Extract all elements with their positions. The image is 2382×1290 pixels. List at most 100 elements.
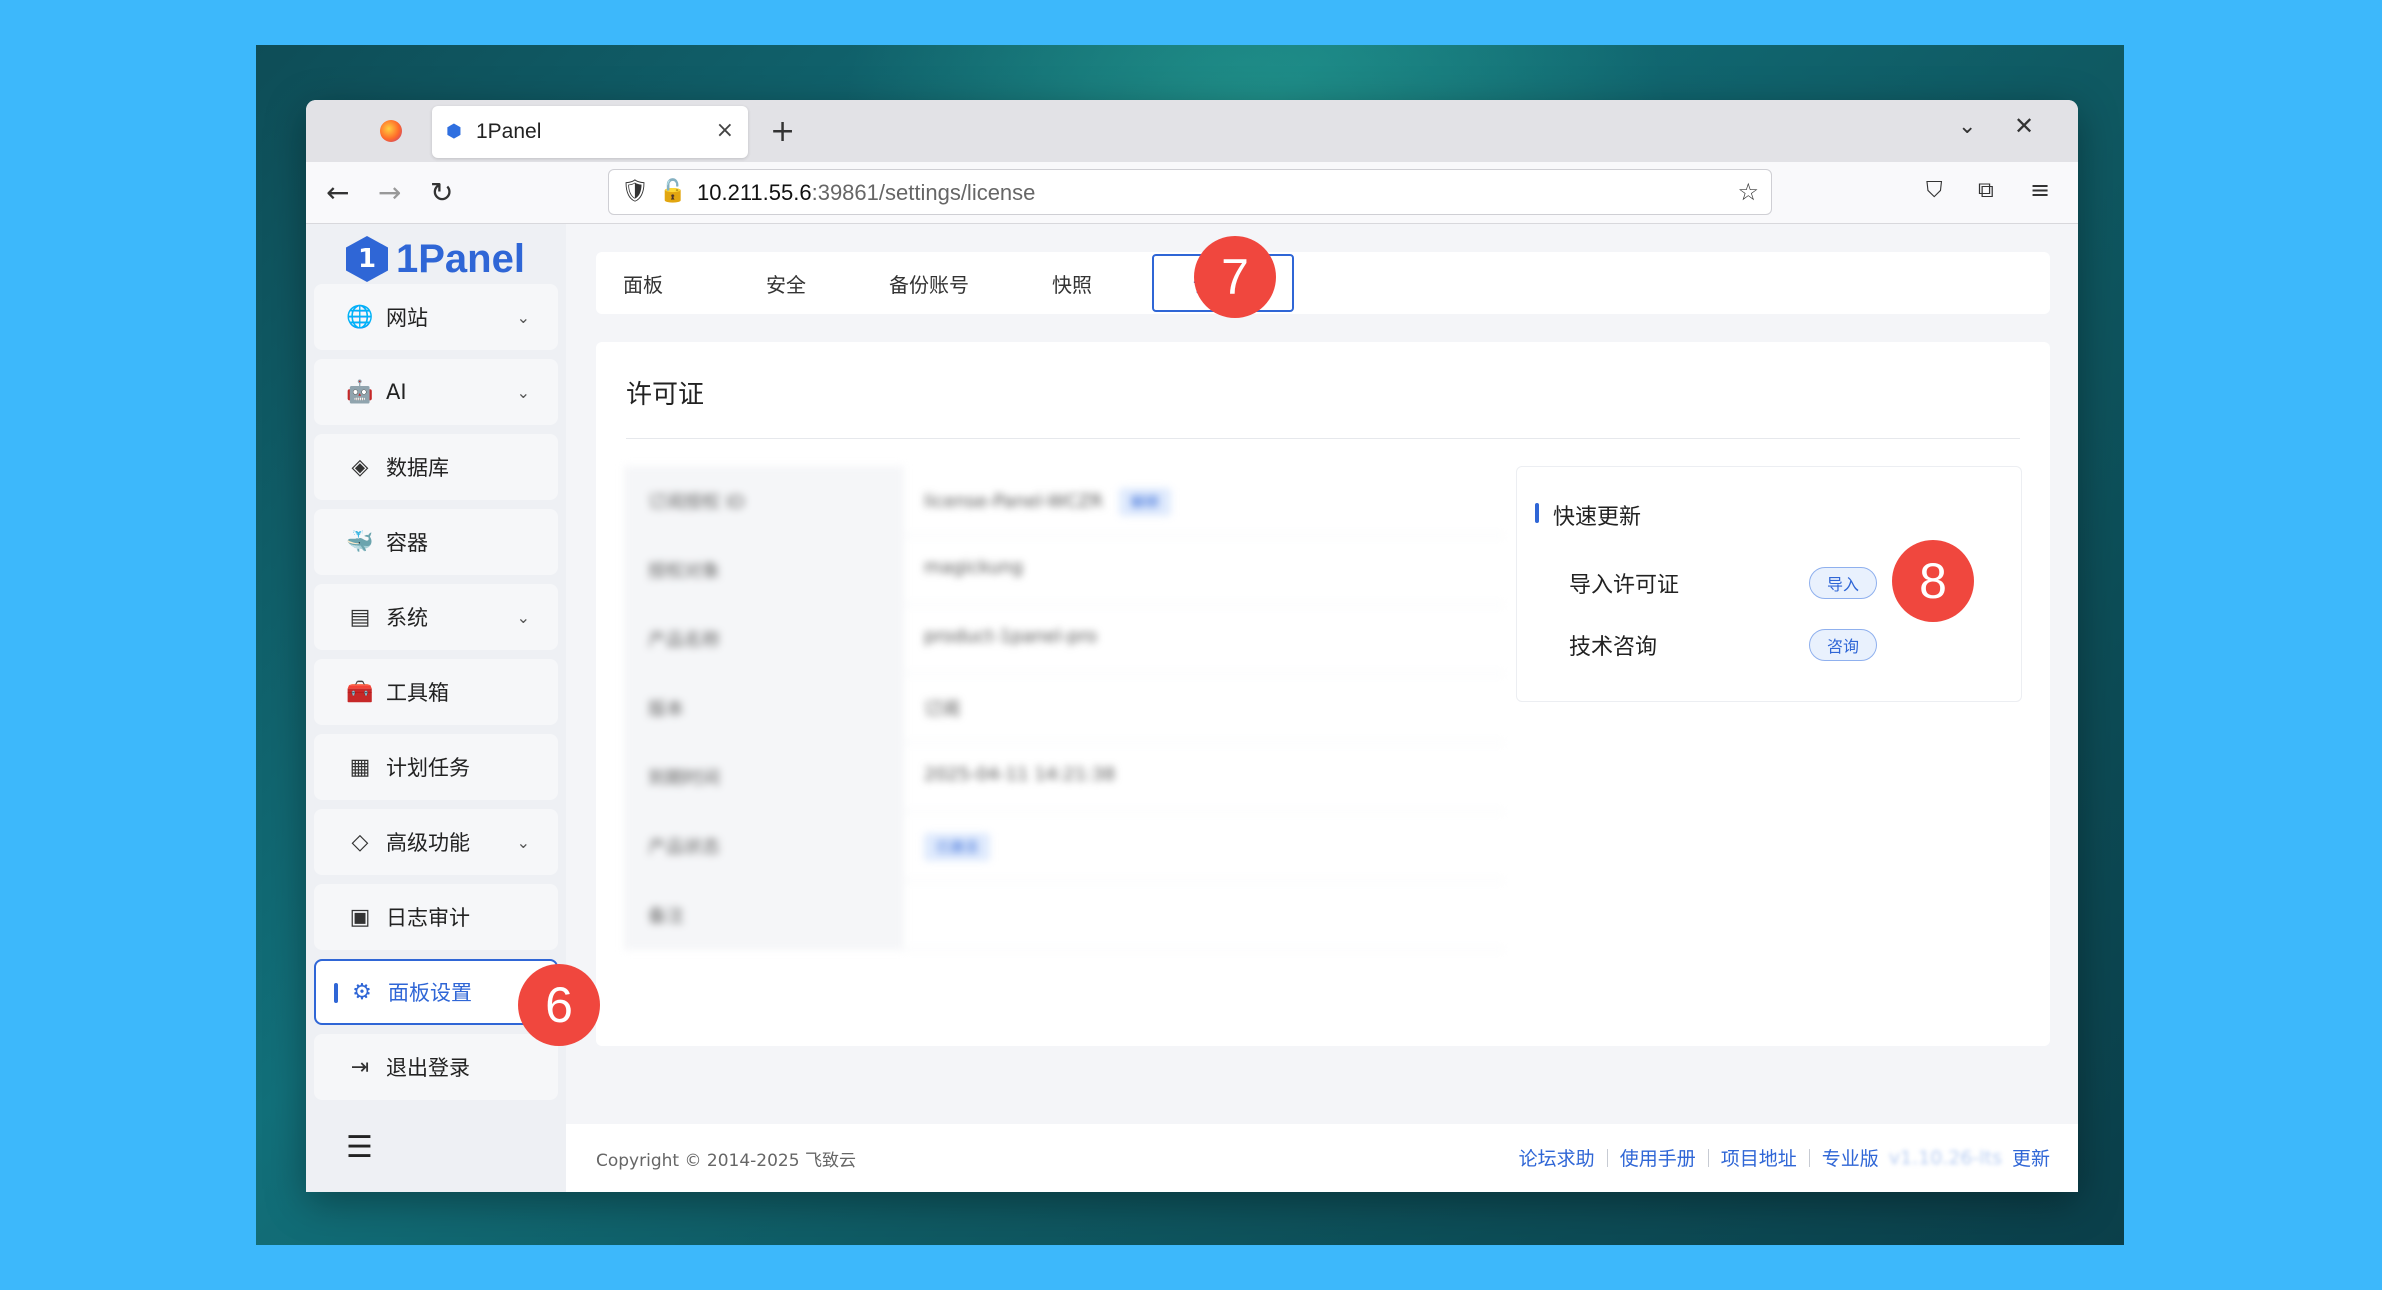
row-key: 产品名称 [624,604,904,674]
sidebar-item[interactable]: ▤ 系统 ⌄ [314,584,558,650]
robot-icon: 🤖 [346,379,374,405]
table-row: 订阅授权 ID license-Panel-WCZR 解绑 [624,466,1504,536]
consult-button[interactable]: 咨询 [1809,629,1877,661]
bookmark-star-icon[interactable]: ☆ [1737,178,1759,206]
sidebar-item-label: 容器 [386,531,428,555]
row-key: 版本 [624,673,904,743]
update-link[interactable]: 更新 [2012,1144,2050,1171]
1panel-favicon-icon: ⬢ [446,121,462,142]
browser-tab[interactable]: ⬢ 1Panel × [432,106,748,158]
row-tag: 已激活 [924,833,990,861]
row-value: 2025-04-11 14:21:38 [924,764,1115,785]
tab-list-chevron-icon[interactable]: ⌄ [1958,114,1976,139]
table-row: 授权对象 magickung [624,535,1504,605]
sidebar-item-label: 退出登录 [386,1056,470,1080]
calendar-icon: ▦ [349,754,371,780]
new-tab-button[interactable]: + [770,114,795,149]
tracking-shield-icon[interactable]: 🛡 [621,179,649,204]
diamond-icon: ◇ [351,829,369,855]
logo-text: 1Panel [396,236,525,281]
chevron-down-icon: ⌄ [516,382,530,402]
table-row: 到期时间 2025-04-11 14:21:38 [624,742,1504,812]
sidebar-item-label: AI [386,380,407,404]
1panel-logo-icon: 1 [346,236,388,282]
row-key: 到期时间 [624,742,904,812]
firefox-icon[interactable] [380,120,402,142]
toolbox-icon: 🧰 [346,679,374,705]
row-key: 产品状态 [624,811,904,881]
pocket-icon[interactable]: ⛉ [1926,178,1943,203]
row-value-text: license-Panel-WCZR [924,491,1103,512]
log-icon: ▣ [349,904,371,930]
logout-icon: ⇥ [350,1054,370,1080]
chevron-down-icon: ⌄ [516,307,530,327]
sidebar-item-label: 高级功能 [386,831,470,855]
sidebar-item[interactable]: 🧰 工具箱 [314,659,558,725]
row-value: 已激活 [924,833,990,861]
close-tab-icon[interactable]: × [716,118,734,143]
copyright: Copyright © 2014-2025 飞致云 [596,1151,856,1171]
sidebar-item[interactable]: ▦ 计划任务 [314,734,558,800]
collapse-sidebar-icon[interactable]: ☰ [346,1130,373,1165]
settings-tab[interactable]: 快照 [1001,252,1143,314]
insecure-lock-icon[interactable]: 🔓 [659,179,686,204]
sidebar-item[interactable]: ▣ 日志审计 [314,884,558,950]
sidebar-item[interactable]: ◈ 数据库 [314,434,558,500]
sidebar-item[interactable]: 🤖 AI ⌄ [314,359,558,425]
sidebar-item[interactable]: ⇥ 退出登录 [314,1034,558,1100]
table-row: 产品状态 已激活 [624,811,1504,881]
version-text: v1.10.26-lts [1888,1146,2002,1169]
license-details-table: 订阅授权 ID license-Panel-WCZR 解绑 授权对象 magickung… [624,466,1504,962]
table-row: 版本 订阅 [624,673,1504,743]
tab-bar: ⬢ 1Panel × + ⌄ ✕ [306,100,2078,162]
url-host: 10.211.55.6 [697,180,812,205]
annotation-step-6: 6 [518,964,600,1046]
forward-icon[interactable]: → [378,176,401,209]
footer: Copyright © 2014-2025 飞致云 论坛求助 使用手册 项目地址 专业… [566,1124,2078,1192]
chevron-down-icon: ⌄ [516,832,530,852]
url-path: :39861/settings/license [811,180,1036,205]
sidebar-item-label: 系统 [386,606,428,630]
reload-icon[interactable]: ↻ [430,176,453,209]
sidebar-item-label: 网站 [386,306,428,330]
logo[interactable]: 1 1Panel [346,236,525,282]
link-separator [1606,1148,1608,1167]
table-row: 产品名称 product-1panel-pro [624,604,1504,674]
link-separator [1808,1148,1810,1167]
url-bar[interactable]: 🛡 🔓 10.211.55.6:39861/settings/license ☆ [608,169,1772,215]
close-window-icon[interactable]: ✕ [2014,112,2034,140]
sidebar-item-label: 日志审计 [386,906,470,930]
row-key: 备注 [624,880,904,950]
tab-title: 1Panel [476,120,542,143]
license-title: 许可证 [626,380,705,410]
url-text: 10.211.55.6:39861/settings/license [697,180,1035,206]
footer-link[interactable]: 论坛求助 [1519,1144,1595,1171]
sidebar-item[interactable]: ◇ 高级功能 ⌄ [314,809,558,875]
row-value-text: magickung [924,557,1023,578]
tech-consult-label: 技术咨询 [1569,635,1658,660]
row-value: product-1panel-pro [924,626,1097,647]
settings-tab[interactable]: 备份账号 [858,252,1000,314]
menu-icon[interactable]: ≡ [2030,176,2050,204]
extensions-icon[interactable]: ⧉ [1978,178,1994,203]
row-tag[interactable]: 解绑 [1118,488,1171,516]
row-value-text: 2025-04-11 14:21:38 [924,764,1116,785]
footer-link[interactable]: 专业版 [1822,1144,1879,1171]
back-icon[interactable]: ← [326,176,349,209]
sidebar: 1 1Panel 🌐 网站 ⌄ 🤖 AI ⌄ ◈ 数据库 🐳 容器 ▤ 系统 ⌄ 🧰 工具箱 ▦ 计划任务 ◇ 高级… [306,224,566,1192]
settings-tab[interactable]: 安全 [715,252,857,314]
browser-window: ⬢ 1Panel × + ⌄ ✕ ← → ↻ 🛡 🔓 10.211.55.6:3… [306,100,2078,1192]
sidebar-item[interactable]: 🐳 容器 [314,509,558,575]
settings-tab[interactable]: 面板 [572,252,714,314]
footer-link[interactable]: 使用手册 [1620,1144,1696,1171]
import-button[interactable]: 导入 [1809,567,1877,599]
sidebar-item[interactable]: 🌐 网站 ⌄ [314,284,558,350]
sidebar-item-label: 计划任务 [386,756,470,780]
quick-update-title: 快速更新 [1534,499,1641,531]
row-value: 订阅 [924,695,960,721]
sidebar-item-label: 面板设置 [388,981,472,1005]
annotation-step-8: 8 [1892,540,1974,622]
footer-link[interactable]: 项目地址 [1721,1144,1797,1171]
row-key: 授权对象 [624,535,904,605]
settings-tabs: 面板安全备份账号快照许可证 [596,252,2050,314]
